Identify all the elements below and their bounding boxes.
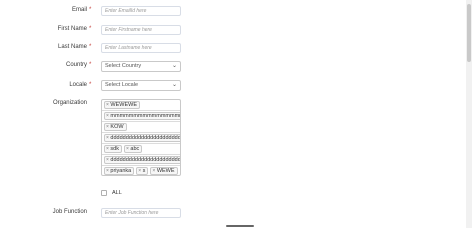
close-icon[interactable]: × xyxy=(106,135,109,141)
organization-row: ×mmmmmmmmmmmmmmmmmmmmmm xyxy=(102,111,180,122)
country-select[interactable]: Select Country ⌄ xyxy=(101,61,181,72)
organization-pill-label: sdk xyxy=(110,146,119,152)
organization-label: Organization xyxy=(52,100,87,106)
close-icon[interactable]: × xyxy=(106,124,109,130)
locale-select[interactable]: Select Locale ⌄ xyxy=(101,80,181,91)
organization-pill: × ddddddddddddddddddddddddd xyxy=(104,134,181,142)
organization-row: × sdk × abc xyxy=(102,144,180,155)
organization-row: × ddddddddddddddddddddddddd xyxy=(102,155,181,166)
country-label: Country xyxy=(65,62,87,68)
organization-pill: × priyanka xyxy=(104,167,135,175)
close-icon[interactable]: × xyxy=(106,102,109,108)
organization-pill-label: KOW xyxy=(110,124,124,130)
locale-required-marker: * xyxy=(89,82,92,88)
first-name-field[interactable]: Enter Firstname here xyxy=(101,25,181,35)
email-label: Email xyxy=(71,7,87,13)
email-field[interactable]: Enter EmailId here xyxy=(101,6,181,16)
last-name-label: Last Name xyxy=(57,44,87,50)
job-function-label: Job Function xyxy=(52,209,87,215)
job-function-field[interactable]: Enter Job Function here xyxy=(101,208,181,218)
chevron-down-icon: ⌄ xyxy=(171,82,177,88)
organization-pill: × abc xyxy=(123,145,143,153)
bottom-handle xyxy=(226,225,254,227)
organization-pill-label: mmmmmmmmmmmmmmmmmmmmmm xyxy=(110,113,180,119)
first-name-required-marker: * xyxy=(89,26,92,32)
all-checkbox[interactable] xyxy=(101,190,107,196)
organization-pill: × KOW xyxy=(104,123,127,131)
organization-row: × WEWEWE xyxy=(102,100,180,111)
organization-pill: × s xyxy=(136,167,149,175)
organization-pill-label: s xyxy=(142,168,146,174)
organization-pill: × sdk xyxy=(104,145,122,153)
organization-pill: × ddddddddddddddddddddddddd xyxy=(104,156,181,164)
organization-row: × priyanka × s × WEWE xyxy=(102,166,180,175)
country-select-value: Select Country xyxy=(105,63,142,69)
organization-pill-label: WEWEWE xyxy=(110,102,138,108)
organization-pill-label: WEWE xyxy=(156,168,175,174)
organization-row: × ddddddddddddddddddddddddd xyxy=(102,133,181,144)
locale-select-value: Select Locale xyxy=(105,82,139,88)
scrollbar-thumb[interactable] xyxy=(467,4,471,62)
close-icon[interactable]: × xyxy=(126,146,129,152)
chevron-down-icon: ⌄ xyxy=(171,63,177,69)
organization-pill: × WEWE xyxy=(150,167,178,175)
all-checkbox-label: ALL xyxy=(112,190,122,196)
email-required-marker: * xyxy=(89,7,92,13)
locale-label: Locale xyxy=(69,82,87,88)
organization-multiselect[interactable]: ×WEWEWE ×mmmmmmmmmmmmmmmmmmmmmm ×KOW ×dd… xyxy=(101,99,181,176)
close-icon[interactable]: × xyxy=(106,168,109,174)
organization-pill: ×mmmmmmmmmmmmmmmmmmmmmm xyxy=(104,112,180,120)
close-icon[interactable]: × xyxy=(152,168,155,174)
close-icon[interactable]: × xyxy=(138,168,141,174)
close-icon[interactable]: × xyxy=(106,157,109,163)
organization-row: × KOW xyxy=(102,122,180,133)
close-icon[interactable]: × xyxy=(106,113,109,119)
country-required-marker: * xyxy=(89,62,92,68)
close-icon[interactable]: × xyxy=(106,146,109,152)
organization-pill-label: ddddddddddddddddddddddddd xyxy=(110,135,181,141)
last-name-field[interactable]: Enter Lastname here xyxy=(101,43,181,53)
organization-pill: × WEWEWE xyxy=(104,101,141,109)
organization-pill-label: ddddddddddddddddddddddddd xyxy=(110,157,181,163)
last-name-required-marker: * xyxy=(89,44,92,50)
first-name-label: First Name xyxy=(57,26,87,32)
organization-pill-label: priyanka xyxy=(110,168,132,174)
organization-pill-label: abc xyxy=(130,146,140,152)
